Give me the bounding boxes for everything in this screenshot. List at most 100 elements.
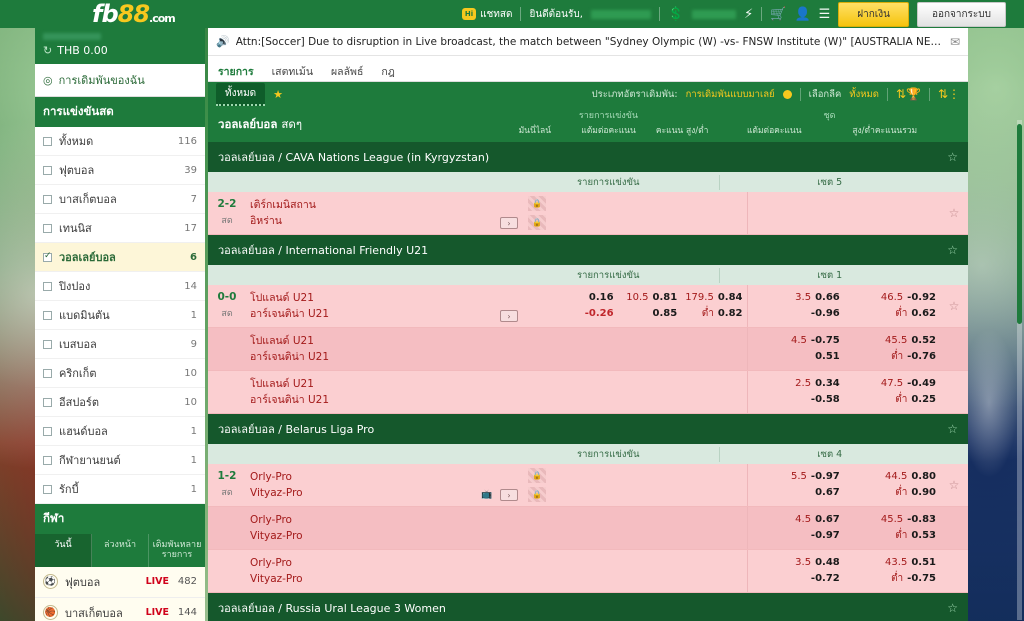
- over-under-odds-cell[interactable]: 179.5 0.84 ต่ำ 0.82: [681, 285, 746, 327]
- set-handicap-home-odds[interactable]: 0.67: [815, 514, 840, 525]
- handicap-odds-cell[interactable]: 10.5 0.81 0.85: [618, 285, 682, 327]
- checkbox-icon[interactable]: [43, 397, 52, 407]
- set-handicap-home-odds[interactable]: 0.48: [815, 557, 840, 568]
- set-total-over-odds[interactable]: -0.92: [907, 292, 936, 303]
- moneyline-odds-cell[interactable]: 0.16 -0.26: [554, 285, 618, 327]
- set-handicap-home-odds[interactable]: -0.75: [811, 335, 840, 346]
- expand-market-button[interactable]: ›: [500, 489, 518, 501]
- checkbox-icon[interactable]: [43, 194, 52, 204]
- sidebar-sport-tab[interactable]: วันนี้: [35, 534, 92, 567]
- money-icon[interactable]: 💲: [668, 7, 684, 22]
- checkbox-icon[interactable]: [43, 455, 52, 465]
- checkbox-icon[interactable]: [43, 339, 52, 349]
- set-handicap-away-odds[interactable]: -0.58: [811, 394, 840, 405]
- moneyline-odds-cell[interactable]: [554, 507, 618, 549]
- league-header[interactable]: วอลเลย์บอล / International Friendly U21 ☆: [208, 235, 968, 265]
- tab-all[interactable]: ทั้งหมด: [216, 82, 266, 106]
- league-favorite-star-icon[interactable]: ☆: [947, 243, 958, 257]
- sidebar-sport-row[interactable]: ⚽ ฟุตบอล LIVE 482: [35, 566, 205, 598]
- moneyline-odds-cell[interactable]: [554, 550, 618, 592]
- set-total-under-odds[interactable]: 0.25: [911, 394, 936, 405]
- live-sport-item[interactable]: เบสบอล 9: [35, 330, 205, 359]
- league-favorite-star-icon[interactable]: ☆: [947, 422, 958, 436]
- checkbox-icon[interactable]: [43, 484, 52, 494]
- sidebar-sport-tab[interactable]: เดิมพันหลายรายการ: [149, 534, 205, 567]
- checkbox-icon[interactable]: [43, 165, 52, 175]
- checkbox-icon[interactable]: [43, 223, 52, 233]
- over-under-odds-cell[interactable]: [682, 464, 746, 506]
- under-odds[interactable]: 0.82: [718, 308, 743, 319]
- match-row[interactable]: Orly-Pro Vityaz-Pro 3.5 0.48 -0.72 43.5 0.51 ต่…: [208, 550, 968, 593]
- set-handicap-home-odds[interactable]: -0.97: [811, 471, 840, 482]
- live-sport-item[interactable]: บาสเก็ตบอล 7: [35, 185, 205, 214]
- handicap-odds-cell[interactable]: [618, 507, 682, 549]
- match-favorite-star-icon[interactable]: [940, 371, 968, 413]
- league-filter-value[interactable]: ทั้งหมด: [849, 87, 879, 102]
- set-total-odds-cell[interactable]: 44.5 0.80 ต่ำ 0.90: [844, 464, 940, 506]
- set-handicap-home-odds[interactable]: 0.34: [815, 378, 840, 389]
- sidebar-sport-row[interactable]: 🏀 บาสเก็ตบอล LIVE 144: [35, 597, 205, 621]
- expand-market-button[interactable]: ›: [500, 310, 518, 322]
- live-sport-item[interactable]: ทั้งหมด 116: [35, 127, 205, 156]
- trophy-sort-icon[interactable]: ⇅🏆: [896, 87, 921, 101]
- my-bets-button[interactable]: ◎ การเดิมพันของฉัน: [35, 64, 205, 97]
- set-total-under-odds[interactable]: -0.76: [907, 351, 936, 362]
- odds-type-value[interactable]: การเดิมพันแบบมาเลย์: [686, 87, 775, 102]
- moneyline-odds-cell[interactable]: [554, 192, 618, 234]
- set-total-odds-cell[interactable]: 45.5 0.52 ต่ำ -0.76: [844, 328, 940, 370]
- handicap-odds-cell[interactable]: [618, 328, 682, 370]
- over-under-odds-cell[interactable]: [682, 328, 746, 370]
- set-total-over-odds[interactable]: -0.49: [907, 378, 936, 389]
- live-sport-item[interactable]: ฟุตบอล 39: [35, 156, 205, 185]
- live-sport-item[interactable]: ปิงปอง 14: [35, 272, 205, 301]
- refresh-icon[interactable]: ↻: [43, 44, 52, 57]
- match-favorite-star-icon[interactable]: [940, 328, 968, 370]
- match-row[interactable]: 2-2 สด เติร์กเมนิสถาน อิหร่าน › 🔒 🔒 ☆: [208, 192, 968, 235]
- checkbox-icon[interactable]: [43, 251, 52, 262]
- checkbox-icon[interactable]: [43, 426, 52, 436]
- page-scrollbar-thumb[interactable]: [1017, 124, 1022, 324]
- set-handicap-odds-cell[interactable]: 4.5 -0.75 0.51: [748, 328, 844, 370]
- checkbox-icon[interactable]: [43, 281, 52, 291]
- set-handicap-home-odds[interactable]: 0.66: [815, 292, 840, 303]
- set-handicap-away-odds[interactable]: 0.67: [815, 487, 840, 498]
- tv-icon[interactable]: 📺: [481, 490, 492, 500]
- checkbox-icon[interactable]: [43, 310, 52, 320]
- set-total-under-odds[interactable]: 0.53: [911, 530, 936, 541]
- logout-button[interactable]: ออกจากระบบ: [916, 1, 1006, 27]
- main-nav-tab[interactable]: กฎ: [381, 63, 394, 78]
- list-sort-icon[interactable]: ⇅⋮: [938, 87, 960, 101]
- over-under-odds-cell[interactable]: [682, 371, 746, 413]
- set-total-over-odds[interactable]: 0.52: [911, 335, 936, 346]
- set-handicap-odds-cell[interactable]: 4.5 0.67 -0.97: [748, 507, 844, 549]
- league-header[interactable]: วอลเลย์บอล / CAVA Nations League (in Kyr…: [208, 142, 968, 172]
- deposit-button[interactable]: ฝากเงิน: [838, 1, 909, 27]
- match-favorite-star-icon[interactable]: ☆: [940, 464, 968, 506]
- live-sport-item[interactable]: แฮนด์บอล 1: [35, 417, 205, 446]
- set-total-over-odds[interactable]: 0.80: [911, 471, 936, 482]
- set-handicap-away-odds[interactable]: -0.72: [811, 573, 840, 584]
- live-sport-item[interactable]: เทนนิส 17: [35, 214, 205, 243]
- bolt-icon[interactable]: ⚡: [744, 7, 753, 22]
- over-odds[interactable]: 0.84: [718, 292, 743, 303]
- set-total-odds-cell[interactable]: 45.5 -0.83 ต่ำ 0.53: [844, 507, 940, 549]
- moneyline-odds-cell[interactable]: [554, 328, 618, 370]
- over-under-odds-cell[interactable]: [682, 507, 746, 549]
- live-sport-item[interactable]: แบดมินตัน 1: [35, 301, 205, 330]
- match-row[interactable]: 1-2 สด Orly-Pro Vityaz-Pro 📺 › 🔒 🔒 5.5 -0.97 0.67 4…: [208, 464, 968, 507]
- moneyline-away-odds[interactable]: -0.26: [585, 308, 614, 319]
- over-under-odds-cell[interactable]: [682, 192, 746, 234]
- set-total-odds-cell[interactable]: 46.5 -0.92 ต่ำ 0.62: [844, 285, 940, 327]
- main-nav-tab[interactable]: ผลลัพธ์: [331, 63, 363, 78]
- main-nav-tab[interactable]: เสตทเม้น: [272, 63, 313, 78]
- live-chat-button[interactable]: Hi แชทสด: [462, 7, 512, 22]
- live-sport-item[interactable]: กีฬายานยนต์ 1: [35, 446, 205, 475]
- match-row[interactable]: 0-0 สด โปแลนด์ U21 อาร์เจนติน่า U21 › 0.16 -0.…: [208, 285, 968, 328]
- set-total-odds-cell[interactable]: 47.5 -0.49 ต่ำ 0.25: [844, 371, 940, 413]
- set-total-over-odds[interactable]: -0.83: [907, 514, 936, 525]
- checkbox-icon[interactable]: [43, 368, 52, 378]
- set-handicap-odds-cell[interactable]: 5.5 -0.97 0.67: [748, 464, 844, 506]
- set-total-under-odds[interactable]: -0.75: [907, 573, 936, 584]
- set-handicap-away-odds[interactable]: 0.51: [815, 351, 840, 362]
- user-icon[interactable]: 👤: [794, 7, 810, 22]
